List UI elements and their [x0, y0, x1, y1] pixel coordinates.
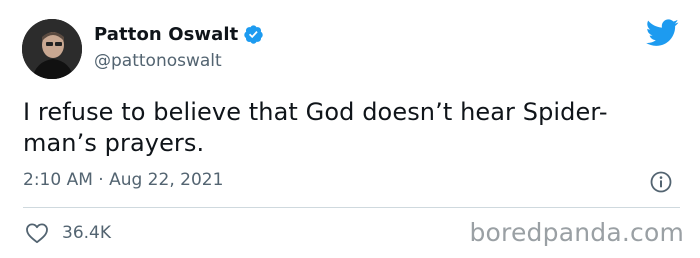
display-name[interactable]: Patton Oswalt	[94, 24, 238, 45]
author-name-row: Patton Oswalt	[94, 24, 264, 45]
tweet-text-line: I refuse to believe that God doesn’t hea…	[23, 98, 608, 126]
tweet-text-line: man’s prayers.	[23, 129, 205, 157]
avatar[interactable]	[22, 19, 82, 79]
tweet-timestamp[interactable]: 2:10 AM · Aug 22, 2021	[23, 170, 223, 190]
divider	[23, 207, 680, 208]
twitter-bird-icon[interactable]	[645, 19, 679, 47]
info-icon[interactable]	[649, 170, 673, 194]
tweet-card: Patton Oswalt @pattonoswalt I refuse to …	[0, 0, 700, 258]
watermark: boredpanda.com	[469, 218, 684, 247]
verified-badge-icon	[243, 24, 264, 45]
like-button[interactable]: 36.4K	[25, 222, 111, 244]
like-count: 36.4K	[62, 223, 111, 243]
tweet-text: I refuse to believe that God doesn’t hea…	[23, 97, 663, 159]
author-handle[interactable]: @pattonoswalt	[94, 51, 222, 71]
heart-icon	[25, 222, 49, 244]
